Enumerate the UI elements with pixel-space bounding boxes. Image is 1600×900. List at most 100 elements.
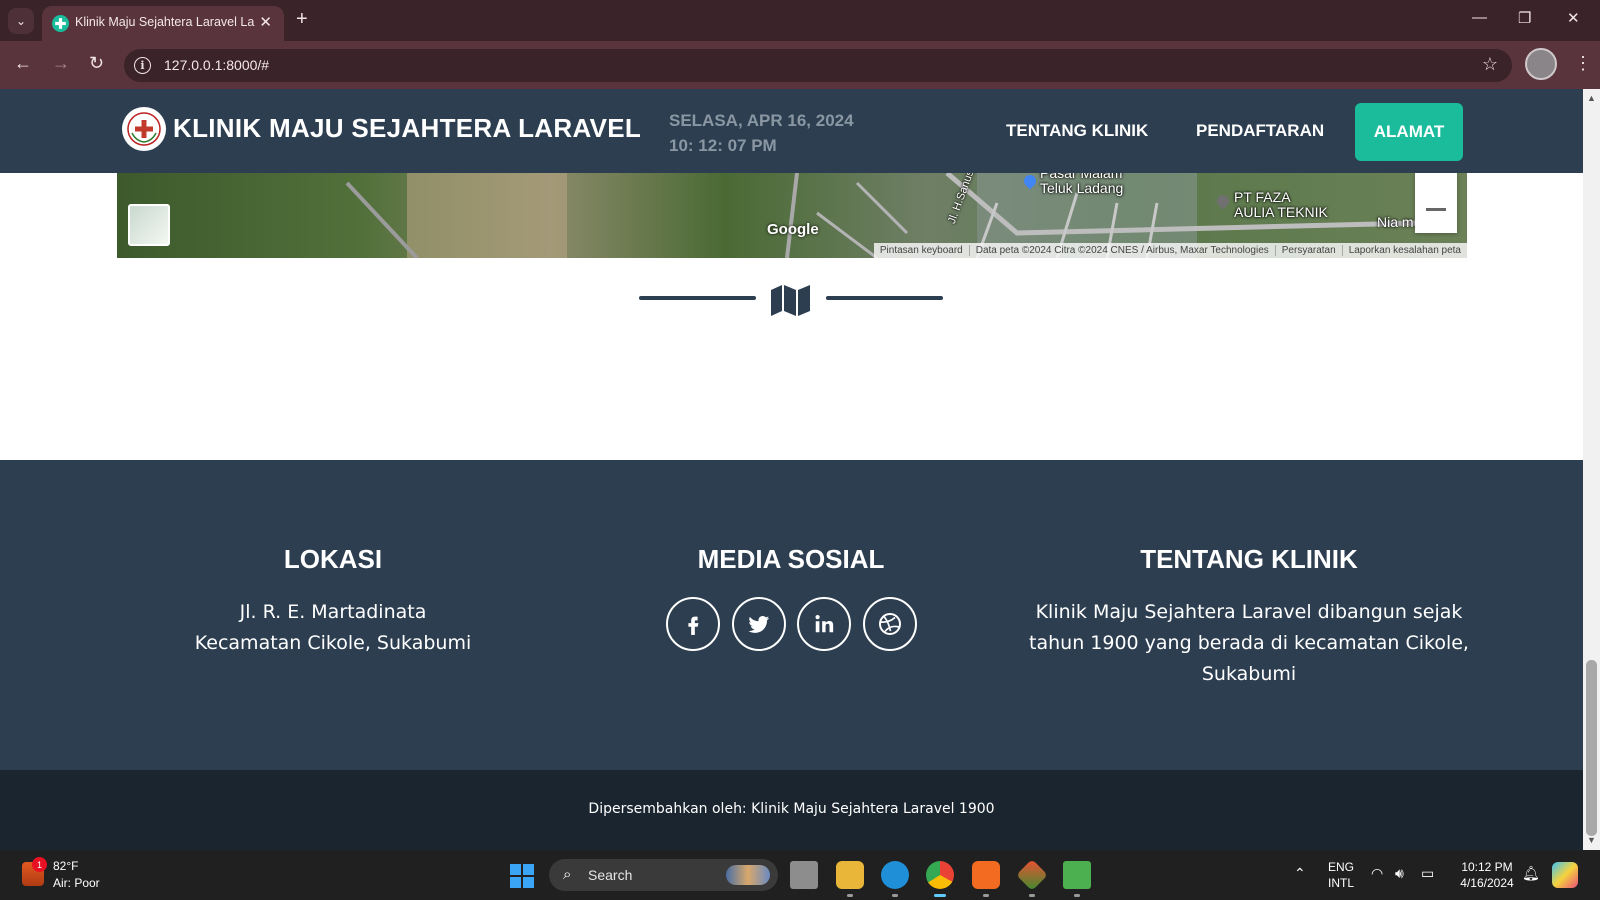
divider-line-right bbox=[826, 296, 943, 300]
forward-button[interactable]: → bbox=[52, 53, 70, 74]
map-zoom-controls bbox=[1415, 173, 1457, 233]
map-attribution: Pintasan keyboard Data peta ©2024 Citra … bbox=[873, 243, 1467, 258]
restore-window-button[interactable]: ❐ bbox=[1518, 9, 1531, 27]
twitter-link[interactable] bbox=[732, 597, 786, 651]
map-place-edge: Nia m bbox=[1377, 214, 1414, 230]
bookmark-star-icon[interactable]: ☆ bbox=[1482, 54, 1498, 75]
wifi-icon[interactable]: ◠ bbox=[1371, 865, 1383, 882]
dribbble-icon bbox=[879, 613, 901, 635]
scroll-down-arrow-icon[interactable]: ▼ bbox=[1587, 835, 1596, 845]
taskbar-search-label: Search bbox=[588, 867, 633, 883]
browser-tab[interactable]: Klinik Maju Sejahtera Laravel La ✕ bbox=[42, 6, 284, 41]
browser-toolbar: ← → ↻ i 127.0.0.1:8000/# ☆ ⋮ bbox=[0, 41, 1600, 89]
zoom-out-icon[interactable] bbox=[1426, 208, 1446, 211]
facebook-icon bbox=[688, 616, 699, 635]
browser-menu-icon[interactable]: ⋮ bbox=[1574, 53, 1592, 74]
site-footer: LOKASI Jl. R. E. Martadinata Kecamatan C… bbox=[0, 460, 1583, 770]
task-view-icon[interactable] bbox=[790, 861, 818, 889]
language-line-1: ENG bbox=[1327, 860, 1354, 874]
map-data-credit: Data peta ©2024 Citra ©2024 CNES / Airbu… bbox=[968, 245, 1275, 256]
nav-pendaftaran[interactable]: PENDAFTARAN bbox=[1196, 121, 1324, 141]
profile-avatar[interactable] bbox=[1525, 48, 1557, 80]
clock-date: 4/16/2024 bbox=[1460, 876, 1514, 890]
linkedin-link[interactable] bbox=[797, 597, 851, 651]
back-button[interactable]: ← bbox=[14, 53, 32, 74]
weather-condition[interactable]: Air: Poor bbox=[53, 876, 100, 890]
file-explorer-icon[interactable] bbox=[836, 861, 864, 889]
map-terms-link[interactable]: Persyaratan bbox=[1274, 245, 1342, 256]
clinic-emblem-icon bbox=[127, 112, 161, 146]
header-date: SELASA, APR 16, 2024 bbox=[669, 111, 854, 130]
volume-icon[interactable]: 🔊︎ bbox=[1395, 865, 1404, 882]
app-running-indicator bbox=[983, 894, 989, 897]
tab-title: Klinik Maju Sejahtera Laravel La bbox=[75, 15, 255, 29]
google-map[interactable]: Google Pasar Malam Teluk Ladang Jl. H.Sa… bbox=[117, 173, 1467, 258]
system-clock[interactable]: 10:12 PM 4/16/2024 bbox=[1452, 859, 1522, 891]
footer-location-text: Jl. R. E. Martadinata Kecamatan Cikole, … bbox=[133, 597, 533, 659]
site-info-icon[interactable]: i bbox=[134, 57, 151, 74]
app-running-indicator bbox=[892, 894, 898, 897]
notepad-plus-icon[interactable] bbox=[1063, 861, 1091, 889]
page-viewport: KLINIK MAJU SEJAHTERA LARAVEL SELASA, AP… bbox=[0, 89, 1583, 850]
location-line-1: Jl. R. E. Martadinata bbox=[239, 601, 427, 623]
edge-browser-icon[interactable] bbox=[881, 861, 909, 889]
footer-about-title: TENTANG KLINIK bbox=[1140, 544, 1358, 574]
copyright-bar: Dipersembahkan oleh: Klinik Maju Sejahte… bbox=[0, 770, 1583, 850]
battery-icon[interactable]: ▭ bbox=[1421, 865, 1434, 882]
map-report-link[interactable]: Laporkan kesalahan peta bbox=[1341, 245, 1467, 256]
address-bar[interactable]: i 127.0.0.1:8000/# ☆ bbox=[124, 49, 1512, 82]
nav-tentang-klinik[interactable]: TENTANG KLINIK bbox=[1006, 121, 1148, 141]
header-datetime: SELASA, APR 16, 2024 10: 12: 07 PM bbox=[669, 108, 854, 158]
weather-alert-badge: 1 bbox=[32, 857, 47, 872]
clock-time: 10:12 PM bbox=[1461, 860, 1513, 874]
about-line-3: Sukabumi bbox=[1201, 663, 1297, 685]
dribbble-link[interactable] bbox=[863, 597, 917, 651]
map-place-company[interactable]: PT FAZA AULIA TEKNIK bbox=[1234, 190, 1328, 220]
app-running-indicator bbox=[1029, 894, 1035, 897]
tab-search-button[interactable]: ⌄ bbox=[8, 8, 34, 34]
tray-overflow-chevron-icon[interactable]: ⌃ bbox=[1294, 865, 1306, 882]
twitter-icon bbox=[748, 616, 770, 633]
search-icon: ⌕ bbox=[563, 866, 572, 883]
footer-social-title: MEDIA SOSIAL bbox=[697, 544, 885, 574]
input-language[interactable]: ENG INTL bbox=[1326, 859, 1356, 891]
app-running-indicator bbox=[847, 894, 853, 897]
site-favicon-icon bbox=[52, 15, 69, 32]
weather-temperature[interactable]: 82°F bbox=[53, 859, 78, 873]
site-header: KLINIK MAJU SEJAHTERA LARAVEL SELASA, AP… bbox=[0, 89, 1583, 173]
app-active-indicator bbox=[934, 894, 946, 897]
map-keyboard-shortcuts-link[interactable]: Pintasan keyboard bbox=[874, 245, 969, 256]
facebook-link[interactable] bbox=[666, 597, 720, 651]
header-time: 10: 12: 07 PM bbox=[669, 136, 777, 155]
footer-about-text: Klinik Maju Sejahtera Laravel dibangun s… bbox=[1029, 597, 1469, 690]
reload-button[interactable]: ↻ bbox=[89, 53, 104, 74]
url-text: 127.0.0.1:8000/# bbox=[164, 57, 270, 73]
git-icon[interactable] bbox=[1016, 859, 1048, 891]
map-place-market[interactable]: Pasar Malam Teluk Ladang bbox=[1040, 173, 1123, 196]
google-watermark: Google bbox=[767, 221, 819, 238]
chrome-browser-icon[interactable] bbox=[926, 861, 954, 889]
minimize-window-button[interactable]: — bbox=[1472, 9, 1487, 26]
xampp-icon[interactable] bbox=[972, 861, 1000, 889]
brand-title[interactable]: KLINIK MAJU SEJAHTERA LARAVEL bbox=[173, 113, 641, 144]
search-highlight-icon bbox=[726, 865, 770, 885]
new-tab-button[interactable]: + bbox=[296, 8, 308, 31]
close-window-button[interactable]: ✕ bbox=[1567, 9, 1580, 27]
linkedin-icon bbox=[815, 615, 834, 633]
about-line-1: Klinik Maju Sejahtera Laravel dibangun s… bbox=[1035, 601, 1463, 623]
map-layer-toggle[interactable] bbox=[128, 204, 170, 246]
scroll-up-arrow-icon[interactable]: ▲ bbox=[1587, 93, 1596, 103]
windows-taskbar: 1 82°F Air: Poor ⌕ Search ⌃ ENG INTL ◠ 🔊… bbox=[0, 850, 1600, 900]
browser-tab-bar: ⌄ Klinik Maju Sejahtera Laravel La ✕ + —… bbox=[0, 0, 1600, 41]
notification-bell-icon[interactable]: 🔔︎ bbox=[1522, 865, 1540, 882]
close-tab-icon[interactable]: ✕ bbox=[259, 13, 272, 31]
nav-alamat[interactable]: ALAMAT bbox=[1355, 103, 1463, 161]
taskbar-search[interactable]: ⌕ Search bbox=[549, 859, 778, 891]
folded-map-icon bbox=[771, 285, 810, 316]
clinic-logo[interactable] bbox=[122, 107, 166, 151]
copilot-icon[interactable] bbox=[1552, 862, 1578, 888]
divider-line-left bbox=[639, 296, 756, 300]
location-line-2: Kecamatan Cikole, Sukabumi bbox=[194, 632, 472, 654]
windows-start-icon[interactable] bbox=[510, 864, 534, 888]
scrollbar-thumb[interactable] bbox=[1586, 660, 1597, 836]
